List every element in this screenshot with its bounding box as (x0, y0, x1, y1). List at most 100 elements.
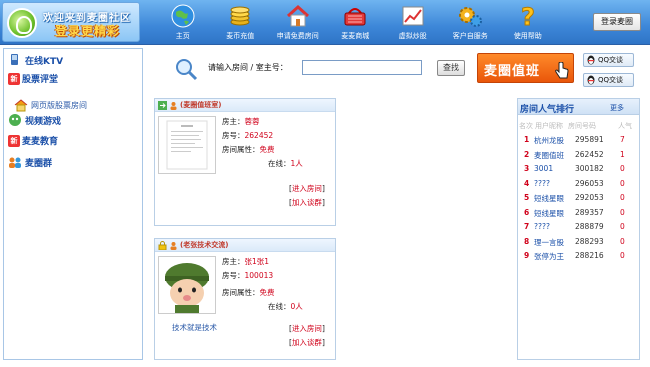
game-icon (9, 114, 21, 126)
search-input[interactable] (302, 60, 422, 75)
nav-recharge-label: 麦币充值 (226, 32, 255, 40)
sidebar-item-web-stock-room[interactable]: 网页版股票房间 (14, 98, 87, 112)
nav-virtual-stock-label: 虚拟炒股 (398, 32, 427, 40)
join-chat-link[interactable]: [加入谈群] (289, 337, 325, 348)
coins-icon (230, 6, 250, 26)
main-nav: 主页 麦币充值 申请免费房间 麦麦商城 虚拟炒股 客户自服务 ? 使用帮助 (154, 2, 557, 44)
sidebar-item-stock-forum-label: 股票评堂 (22, 75, 59, 85)
ranking-name: 杭州龙股 (534, 136, 564, 145)
room-online: 在线：0人 (268, 302, 303, 311)
ranking-popularity: 0 (620, 178, 625, 188)
sidebar-item-video-game[interactable]: 视频游戏 (8, 113, 61, 127)
ranking-row[interactable]: 8 理一言股 288293 0 (518, 237, 639, 251)
sidebar-item-web-stock-room-label: 网页版股票房间 (31, 100, 87, 110)
house-icon (286, 4, 309, 27)
ranking-row[interactable]: 5 短线星眼 292053 0 (518, 193, 639, 207)
hand-cursor-icon (555, 62, 569, 79)
sidebar-item-ktv[interactable]: 在线KTV (8, 53, 63, 67)
col-name: 用户昵称 (535, 122, 563, 130)
nav-self-service-label: 客户自服务 (452, 32, 488, 40)
logo-login-slogan: 登录更精彩 (55, 24, 121, 38)
ranking-room-number: 288293 (575, 236, 604, 246)
ranking-name: 理一言股 (534, 237, 564, 247)
qq-chat-button[interactable]: QQ交谈 (583, 73, 634, 87)
ranking-name: 张停为王 (534, 252, 564, 261)
ranking-name: 3001 (534, 164, 554, 173)
new-badge-icon: 新 (8, 134, 20, 147)
ranking-popularity: 0 (620, 193, 625, 202)
nav-shop-label: 麦麦商城 (341, 32, 370, 40)
ranking-row[interactable]: 3 3001 300182 0 (518, 164, 639, 178)
user-icon (170, 101, 177, 110)
nav-recharge[interactable]: 麦币充值 (212, 2, 270, 44)
ranking-room-number: 262452 (575, 149, 604, 159)
globe-icon (171, 4, 195, 28)
sidebar-item-education[interactable]: 新 麦麦教育 (8, 134, 58, 147)
main-content: 请输入房间 / 室主号： 查找 (麦圈值班室) 房主：蓉蓉 房号：262452 … (149, 48, 511, 360)
ranking-rank: 9 (524, 251, 530, 260)
nav-home-label: 主页 (175, 32, 190, 40)
sidebar-item-group[interactable]: 麦圈群 (8, 155, 52, 169)
room-thumbnail[interactable] (158, 116, 216, 174)
duty-room-banner[interactable]: 麦圈值班 (477, 53, 574, 83)
ranking-room-number: 288879 (575, 222, 604, 231)
qq-chat-label: QQ交谈 (598, 56, 624, 64)
join-chat-link[interactable]: [加入谈群] (289, 197, 325, 208)
sidebar-item-ktv-label: 在线KTV (25, 56, 64, 67)
col-rank: 名次 (519, 122, 533, 130)
nav-virtual-stock[interactable]: 虚拟炒股 (384, 2, 442, 44)
qq-chat-button[interactable]: QQ交谈 (583, 53, 634, 67)
nav-apply-room-label: 申请免费房间 (276, 32, 319, 40)
search-icon (176, 59, 198, 81)
ranking-row[interactable]: 6 短线星眼 289357 0 (518, 208, 639, 222)
ranking-popularity: 0 (620, 236, 625, 246)
ranking-row[interactable]: 4???? 296053 0 (518, 179, 639, 193)
ranking-row[interactable]: 2 麦圈值班 262452 1 (518, 150, 639, 164)
ranking-name: 短线星眼 (534, 194, 564, 203)
room-card-header: (老张技术交流) (155, 239, 335, 252)
login-button[interactable]: 登录麦圈 (593, 13, 641, 31)
room-description: 技术就是技术 (172, 323, 217, 332)
ranking-row[interactable]: 9 张停为王 288216 0 (518, 251, 639, 265)
room-number: 房号：100013 (222, 271, 274, 280)
nav-shop[interactable]: 麦麦商城 (327, 2, 385, 44)
banner-text: 麦圈值班 (484, 64, 541, 79)
lock-icon (158, 240, 167, 250)
ranking-rank: 2 (524, 149, 530, 159)
nav-help[interactable]: ? 使用帮助 (499, 2, 557, 44)
ranking-more-link[interactable]: 更多 (610, 103, 624, 113)
site-logo[interactable]: 欢迎来到麦圈社区 登录更精彩 (2, 2, 140, 42)
ranking-name: ???? (534, 178, 550, 188)
room-card: (老张技术交流) 房主：张1张1 房号：100013 房间属性：免费 在线：0人… (154, 238, 336, 360)
ranking-room-number: 292053 (575, 193, 604, 202)
ranking-columns: 名次 用户昵称 房间号码 人气 (518, 121, 639, 133)
qq-chat-label: QQ交谈 (598, 76, 624, 84)
room-card: (麦圈值班室) 房主：蓉蓉 房号：262452 房间属性：免费 在线：1人 [进… (154, 98, 336, 226)
sidebar-item-stock-forum[interactable]: 新 股票评堂 (8, 72, 58, 85)
ranking-name: ???? (534, 222, 550, 231)
search-button[interactable]: 查找 (437, 60, 465, 76)
soldier-avatar-icon (165, 263, 209, 313)
ranking-header: 房间人气排行 更多 (518, 99, 639, 115)
room-card-header: (麦圈值班室) (155, 99, 335, 112)
enter-room-link[interactable]: [进入房间] (289, 183, 325, 194)
group-icon (9, 157, 21, 168)
ranking-rank: 8 (524, 236, 530, 246)
qq-penguin-icon (587, 55, 595, 65)
nav-self-service[interactable]: 客户自服务 (442, 2, 500, 44)
ranking-popularity: 7 (620, 135, 625, 144)
nav-apply-room[interactable]: 申请免费房间 (269, 2, 327, 44)
ranking-row[interactable]: 7???? 288879 0 (518, 222, 639, 236)
home-icon (14, 99, 28, 112)
ranking-row[interactable]: 1 杭州龙股 295891 7 (518, 135, 639, 149)
enter-room-link[interactable]: [进入房间] (289, 323, 325, 334)
room-title: (麦圈值班室) (180, 101, 222, 109)
room-thumbnail[interactable] (158, 256, 216, 314)
ranking-name: 短线星眼 (534, 208, 564, 218)
document-thumbnail-icon (166, 120, 208, 170)
sidebar-item-video-game-label: 视频游戏 (25, 116, 62, 127)
nav-home[interactable]: 主页 (154, 2, 212, 44)
ranking-room-number: 288216 (575, 251, 604, 260)
sidebar-item-education-label: 麦麦教育 (22, 137, 59, 147)
shopping-basket-icon (344, 8, 366, 26)
